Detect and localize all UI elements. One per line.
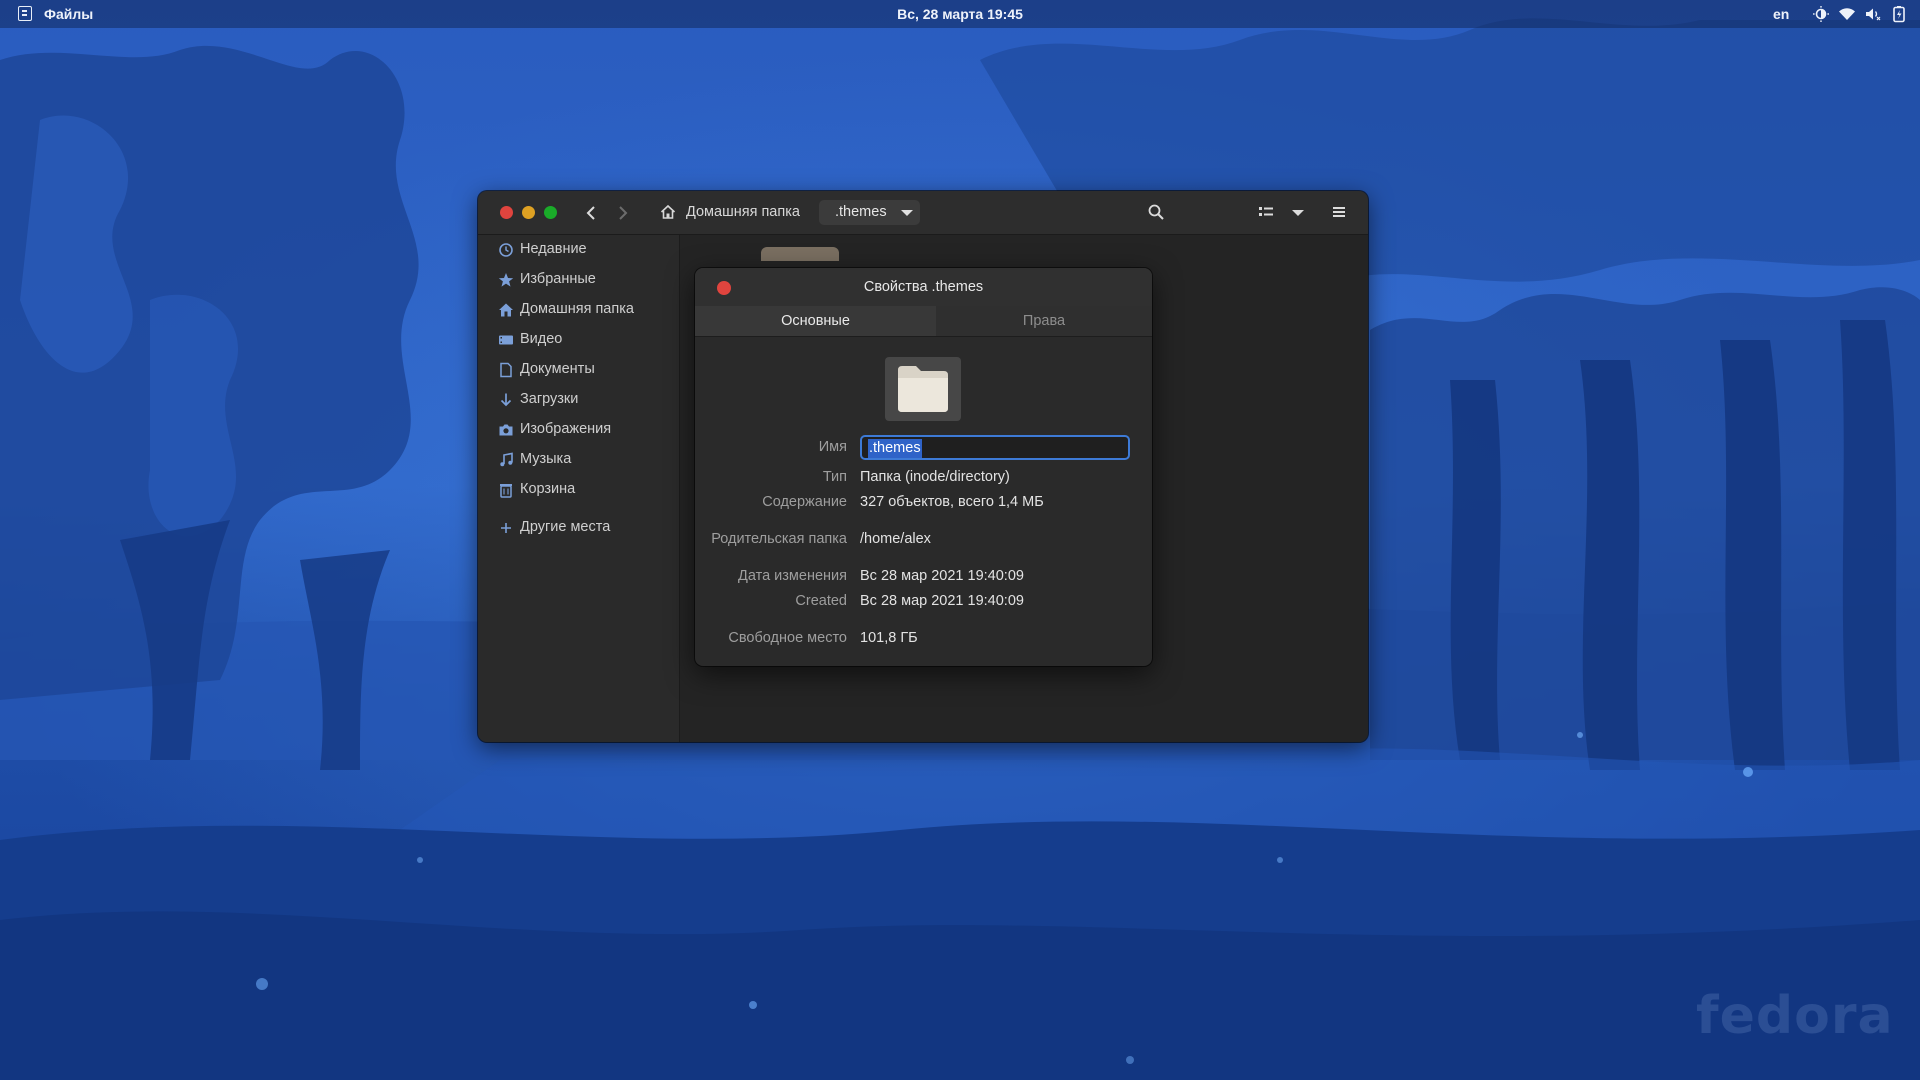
chevron-down-icon bbox=[901, 210, 913, 216]
modified-label: Дата изменения bbox=[738, 568, 847, 584]
view-list-icon[interactable] bbox=[1258, 204, 1274, 220]
sidebar-item-music[interactable]: Музыка bbox=[478, 445, 678, 475]
type-label: Тип bbox=[822, 469, 847, 485]
wifi-icon[interactable] bbox=[1838, 5, 1856, 23]
dialog-tabs: Основные Права bbox=[695, 306, 1152, 337]
sidebar-item-downloads[interactable]: Загрузки bbox=[478, 385, 678, 415]
sidebar-item-home[interactable]: Домашняя папка bbox=[478, 295, 678, 325]
path-bar-current-folder[interactable]: .themes bbox=[819, 200, 920, 225]
home-icon[interactable] bbox=[660, 204, 676, 220]
sidebar-item-label: Документы bbox=[520, 361, 595, 377]
view-options-dropdown-icon[interactable] bbox=[1292, 210, 1304, 216]
window-maximize-button[interactable] bbox=[544, 206, 557, 219]
volume-icon[interactable] bbox=[1864, 5, 1882, 23]
name-label: Имя bbox=[818, 439, 847, 455]
top-bar: Файлы Вс, 28 марта 19:45 en bbox=[0, 0, 1920, 28]
files-headerbar: Домашняя папка .themes bbox=[478, 191, 1368, 235]
sidebar-item-label: Изображения bbox=[520, 421, 612, 437]
properties-dialog: Свойства .themes Основные Права Имя .the… bbox=[695, 268, 1152, 666]
folder-item-icon[interactable] bbox=[761, 247, 839, 261]
clock: Вс, 28 марта 19:45 bbox=[0, 6, 1920, 22]
path-current-label: .themes bbox=[835, 204, 887, 220]
folder-icon[interactable] bbox=[885, 357, 961, 421]
tab-basic[interactable]: Основные bbox=[695, 306, 936, 336]
clock-icon bbox=[498, 242, 514, 258]
music-icon bbox=[498, 452, 514, 468]
parent-folder-value[interactable]: /home/alex bbox=[860, 531, 931, 547]
video-icon bbox=[498, 332, 514, 348]
sidebar-item-documents[interactable]: Документы bbox=[478, 355, 678, 385]
home-icon bbox=[498, 302, 514, 318]
chevron-left-icon bbox=[586, 206, 595, 220]
sidebar-item-label: Недавние bbox=[520, 241, 587, 257]
dialog-title: Свойства .themes bbox=[863, 279, 984, 295]
night-light-icon[interactable] bbox=[1812, 5, 1830, 23]
sidebar-item-label: Другие места bbox=[520, 519, 611, 535]
type-value: Папка (inode/directory) bbox=[860, 469, 1010, 485]
sidebar-item-label: Избранные bbox=[520, 271, 596, 287]
document-icon bbox=[498, 362, 514, 378]
star-icon bbox=[498, 272, 514, 288]
free-space-label: Свободное место bbox=[728, 630, 847, 646]
search-icon[interactable] bbox=[1147, 203, 1165, 221]
download-icon bbox=[498, 392, 514, 408]
battery-icon[interactable] bbox=[1890, 5, 1908, 23]
forward-button[interactable] bbox=[609, 200, 635, 226]
name-field[interactable]: .themes bbox=[860, 435, 1130, 460]
clock-label[interactable]: Вс, 28 марта 19:45 bbox=[897, 6, 1023, 22]
sidebar-item-label: Домашняя папка bbox=[520, 301, 634, 317]
fedora-watermark: fedora bbox=[1696, 986, 1894, 1046]
trash-icon bbox=[498, 482, 514, 498]
sidebar-item-videos[interactable]: Видео bbox=[478, 325, 678, 355]
places-sidebar: Недавние Избранные Домашняя папка Видео … bbox=[478, 235, 680, 742]
parent-folder-label: Родительская папка bbox=[711, 531, 847, 547]
dialog-headerbar: Свойства .themes bbox=[695, 268, 1152, 306]
sidebar-item-other-locations[interactable]: Другие места bbox=[478, 513, 678, 543]
sidebar-item-recent[interactable]: Недавние bbox=[478, 235, 678, 265]
sidebar-item-label: Видео bbox=[520, 331, 563, 347]
sidebar-item-label: Музыка bbox=[520, 451, 572, 467]
tab-permissions[interactable]: Права bbox=[936, 306, 1152, 336]
contents-value: 327 объектов, всего 1,4 МБ bbox=[860, 494, 1044, 510]
window-minimize-button[interactable] bbox=[522, 206, 535, 219]
sidebar-item-trash[interactable]: Корзина bbox=[478, 475, 678, 505]
created-label: Created bbox=[795, 593, 847, 609]
back-button[interactable] bbox=[579, 200, 605, 226]
camera-icon bbox=[498, 422, 514, 438]
sidebar-item-pictures[interactable]: Изображения bbox=[478, 415, 678, 445]
chevron-right-icon bbox=[619, 206, 628, 220]
path-bar-home[interactable]: Домашняя папка bbox=[686, 204, 800, 220]
created-value: Вс 28 мар 2021 19:40:09 bbox=[860, 593, 1024, 609]
app-menu-label[interactable]: Файлы bbox=[44, 6, 93, 22]
sidebar-item-label: Загрузки bbox=[520, 391, 579, 407]
activities-icon[interactable] bbox=[18, 6, 32, 21]
keyboard-layout-indicator[interactable]: en bbox=[1773, 6, 1789, 22]
modified-value: Вс 28 мар 2021 19:40:09 bbox=[860, 568, 1024, 584]
hamburger-menu-icon[interactable] bbox=[1331, 204, 1347, 220]
free-space-value: 101,8 ГБ bbox=[860, 630, 918, 646]
contents-label: Содержание bbox=[762, 494, 847, 510]
plus-icon bbox=[498, 520, 514, 536]
window-close-button[interactable] bbox=[500, 206, 513, 219]
name-field-selected-text: .themes bbox=[868, 439, 922, 458]
sidebar-item-label: Корзина bbox=[520, 481, 576, 497]
sidebar-item-starred[interactable]: Избранные bbox=[478, 265, 678, 295]
